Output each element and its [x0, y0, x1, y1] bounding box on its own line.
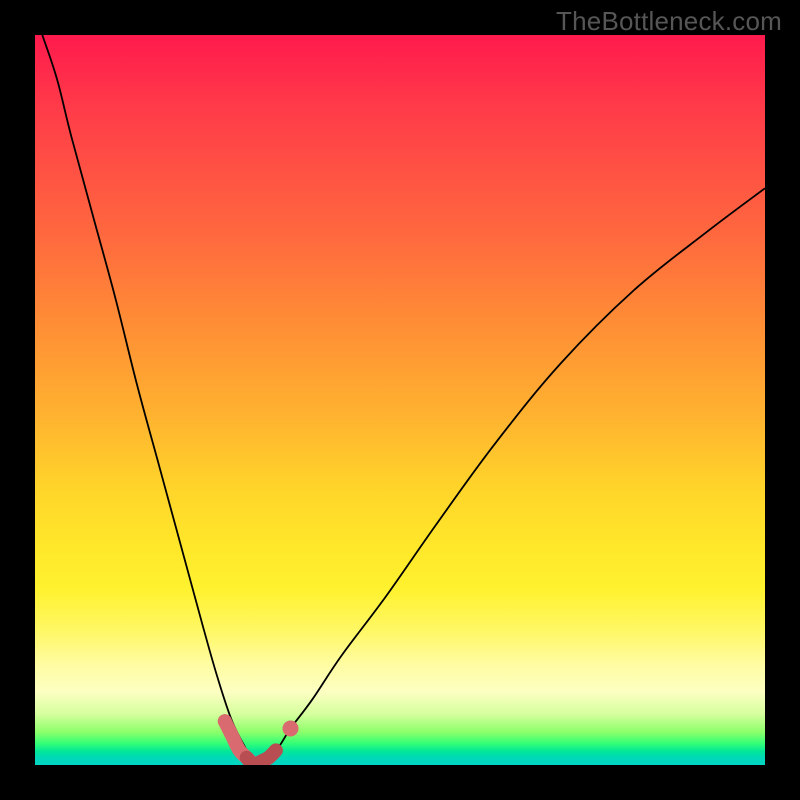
- watermark-label: TheBottleneck.com: [556, 6, 782, 37]
- chart-container: TheBottleneck.com: [0, 0, 800, 800]
- highlight-dot-icon: [283, 721, 299, 737]
- highlight-segment-bottom: [247, 750, 276, 765]
- bottleneck-curve: [42, 35, 765, 765]
- plot-area: [35, 35, 765, 765]
- highlight-dot-top-icon: [218, 714, 232, 728]
- curve-layer: [35, 35, 765, 765]
